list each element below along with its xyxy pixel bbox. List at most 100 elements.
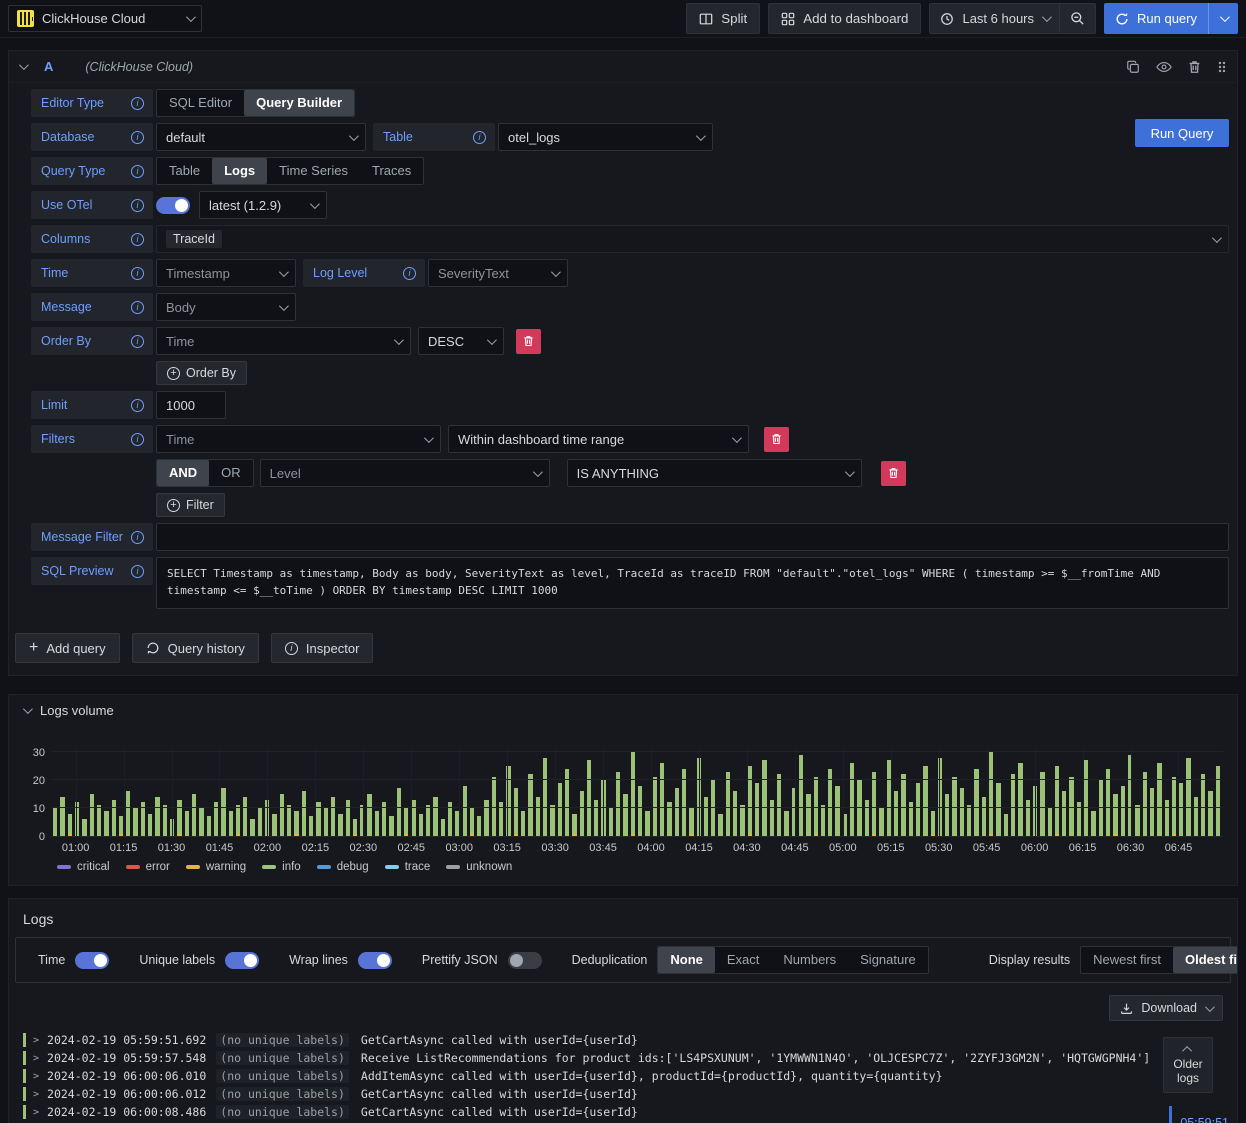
run-query-button[interactable]: Run query [1104,3,1208,34]
option-and[interactable]: AND [157,460,210,486]
info-icon[interactable] [131,232,144,246]
legend-item-trace[interactable]: trace [384,861,430,873]
legend-item-unknown[interactable]: unknown [446,861,512,873]
duplicate-query-button[interactable] [1126,60,1140,74]
query-history-button[interactable]: Query history [131,633,259,663]
option-none[interactable]: None [658,947,715,973]
legend-item-debug[interactable]: debug [316,861,369,873]
option-query-builder[interactable]: Query Builder [244,90,355,116]
remove-query-button[interactable] [1188,60,1201,74]
info-icon[interactable] [131,266,144,280]
option-traces[interactable]: Traces [360,158,423,184]
time-range-picker[interactable]: Last 6 hours [930,4,1059,33]
legend-item-warning[interactable]: warning [185,861,246,873]
expand-row-icon[interactable]: > [33,1053,39,1064]
info-icon[interactable] [131,96,144,110]
volume-bar [798,754,804,836]
info-icon[interactable] [131,130,144,144]
download-button[interactable]: Download [1109,995,1223,1021]
info-icon[interactable] [403,266,416,280]
column-chip[interactable]: TraceId [166,230,222,248]
option-logs[interactable]: Logs [212,158,268,184]
volume-bar [1047,808,1052,836]
drag-handle[interactable] [1217,60,1227,74]
info-icon[interactable] [473,130,486,144]
database-select[interactable]: default [156,123,366,151]
expand-row-icon[interactable]: > [33,1071,39,1082]
option-numbers[interactable]: Numbers [771,947,848,973]
add-query-button[interactable]: + Add query [15,633,120,663]
volume-bar [806,794,811,836]
option-signature[interactable]: Signature [848,947,928,973]
info-icon[interactable] [131,300,144,314]
time-column-select[interactable]: Timestamp [156,259,296,287]
otel-version-select[interactable]: latest (1.2.9) [199,191,327,219]
log-row[interactable]: >2024-02-19 05:59:57.548 (no unique label… [23,1049,1237,1067]
use-otel-toggle[interactable] [156,196,190,214]
message-filter-input[interactable] [156,523,1229,551]
split-button[interactable]: Split [686,3,761,34]
add-order-by-button[interactable]: Order By [156,361,248,385]
log-row[interactable]: >2024-02-19 06:00:08.486 (no unique label… [23,1103,1237,1121]
info-icon[interactable] [131,432,144,446]
filter-field-select[interactable]: Time [156,425,441,453]
query-row-header[interactable]: A (ClickHouse Cloud) [9,51,1237,83]
datasource-picker[interactable]: ClickHouse Cloud [8,5,202,32]
filter-condition-operator-select[interactable]: IS ANYTHING [566,459,862,487]
volume-bar [1164,799,1169,836]
remove-filter-button[interactable] [764,426,789,452]
inspector-button[interactable]: Inspector [270,633,374,663]
columns-multiselect[interactable]: TraceId [156,225,1229,253]
scroll-position-bar[interactable] [1169,1106,1173,1123]
collapse-chevron-icon[interactable] [22,703,33,714]
legend-item-critical[interactable]: critical [57,861,110,873]
unique-labels-switch[interactable] [225,951,260,969]
log-level-select[interactable]: SeverityText [428,259,568,287]
option-sql-editor[interactable]: SQL Editor [157,90,244,116]
order-by-direction-select[interactable]: DESC [418,327,504,355]
table-select[interactable]: otel_logs [498,123,713,151]
option-newest-first[interactable]: Newest first [1081,947,1173,973]
prettify-json-switch[interactable] [507,951,542,969]
remove-condition-button[interactable] [880,460,906,486]
info-icon[interactable] [131,164,144,178]
message-column-select[interactable]: Body [156,293,296,321]
collapse-chevron-icon[interactable] [18,60,29,71]
info-icon[interactable] [131,334,144,348]
expand-row-icon[interactable]: > [33,1089,39,1100]
expand-row-icon[interactable]: > [33,1107,39,1118]
option-oldest-first[interactable]: Oldest first [1172,947,1237,973]
option-exact[interactable]: Exact [715,947,772,973]
run-query-editor-button[interactable]: Run Query [1135,119,1229,147]
remove-order-by-button[interactable] [516,328,541,354]
option-time-series[interactable]: Time Series [267,158,360,184]
option-or[interactable]: OR [209,460,253,486]
log-row[interactable]: >2024-02-19 05:59:51.692 (no unique label… [23,1031,1237,1049]
add-filter-button[interactable]: Filter [156,493,225,517]
info-icon[interactable] [131,398,144,412]
info-icon[interactable] [131,530,144,544]
zoom-out-button[interactable] [1060,4,1095,33]
log-row[interactable]: >2024-02-19 06:00:06.010 (no unique label… [23,1067,1237,1085]
add-to-dashboard-button[interactable]: Add to dashboard [768,3,922,34]
time-switch[interactable] [75,951,110,969]
hide-response-button[interactable] [1156,60,1172,74]
info-icon[interactable] [131,564,144,578]
filter-operator-select[interactable]: Within dashboard time range [448,425,749,453]
filter-condition-field-select[interactable]: Level [259,459,550,487]
legend-item-error[interactable]: error [125,861,170,873]
order-by-field-select[interactable]: Time [156,327,411,355]
log-row[interactable]: >2024-02-19 06:00:06.012 (no unique label… [23,1085,1237,1103]
expand-row-icon[interactable]: > [33,1035,39,1046]
option-table[interactable]: Table [157,158,212,184]
chevron-down-icon [309,198,320,209]
limit-input[interactable] [156,391,226,419]
info-icon[interactable] [131,198,144,212]
database-label: Database [31,123,153,151]
wrap-lines-switch[interactable] [357,951,392,969]
run-query-options-button[interactable] [1209,3,1238,34]
legend-item-info[interactable]: info [262,861,301,873]
volume-bar [557,782,562,836]
older-logs-button[interactable]: Older logs [1163,1037,1213,1093]
use-otel-label: Use OTel [31,191,153,219]
